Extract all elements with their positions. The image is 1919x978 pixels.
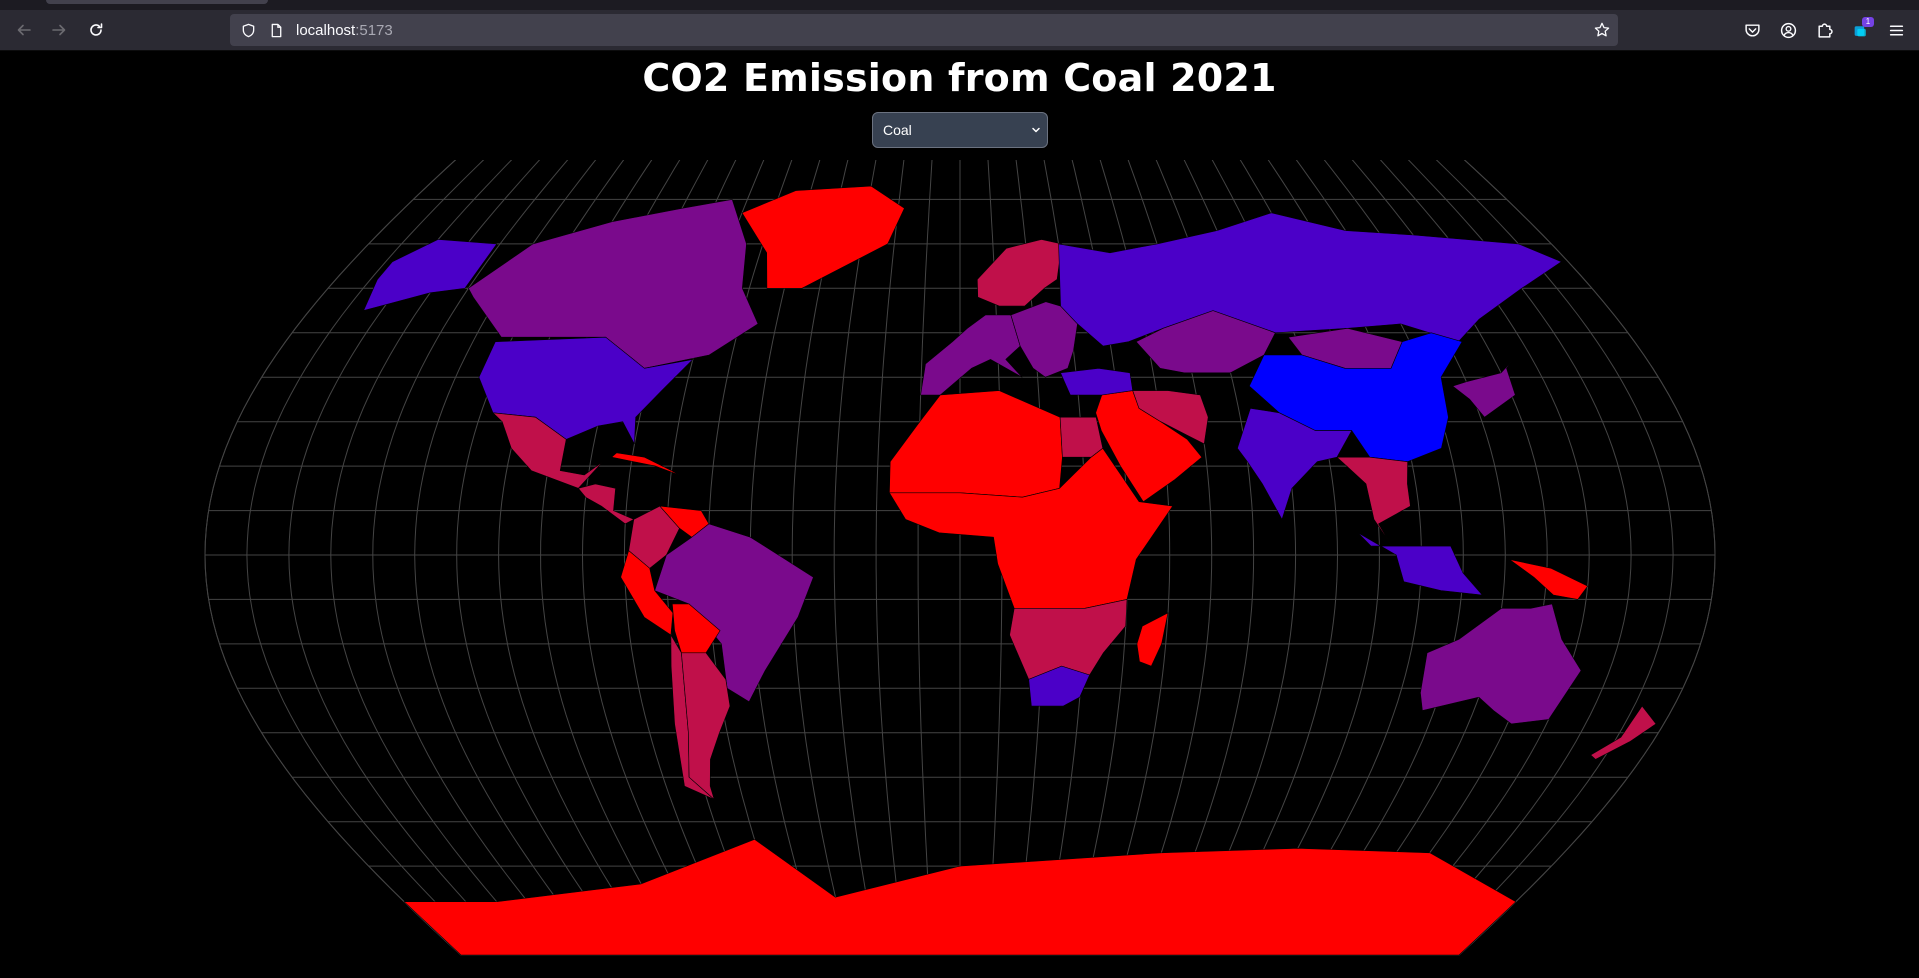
chevron-down-icon (1032, 127, 1040, 133)
reload-icon (90, 23, 103, 36)
url-text[interactable]: localhost:5173 (296, 22, 393, 39)
graticule-meridian (875, 160, 905, 956)
country-central-america[interactable] (578, 483, 635, 525)
arrow-right-icon (52, 24, 66, 36)
extension-button[interactable]: 1 (1846, 16, 1874, 44)
account-button[interactable] (1774, 16, 1802, 44)
country-greenland[interactable] (741, 185, 905, 289)
shield-icon[interactable] (240, 22, 256, 38)
country-southern-africa[interactable] (1009, 599, 1128, 680)
country-japan-korea[interactable] (1452, 359, 1516, 418)
star-icon[interactable] (1594, 22, 1610, 38)
country-egypt[interactable] (1059, 416, 1104, 458)
page-title: CO2 Emission from Coal 2021 (642, 56, 1277, 100)
url-host: localhost (296, 21, 356, 39)
hamburger-menu-icon (1889, 24, 1903, 36)
forward-button[interactable] (45, 16, 73, 44)
fuel-type-select-box[interactable]: Coal (872, 112, 1048, 148)
country-northern-africa[interactable] (889, 390, 1063, 498)
country-southeast-asia[interactable] (1336, 456, 1411, 547)
reload-button[interactable] (82, 16, 110, 44)
active-tab[interactable] (46, 0, 268, 4)
back-button[interactable] (10, 16, 38, 44)
account-icon (1780, 22, 1796, 38)
extension-badge: 1 (1862, 17, 1874, 27)
arrow-left-icon (17, 24, 31, 36)
country-scandinavia[interactable] (977, 239, 1063, 307)
extensions-button[interactable] (1810, 16, 1838, 44)
map-regions (363, 185, 1657, 956)
graticule-meridian (833, 160, 878, 956)
fuel-type-selected: Coal (883, 122, 912, 138)
country-caribbean[interactable] (611, 452, 680, 476)
browser-toolbar: localhost:5173 1 (0, 10, 1919, 51)
pocket-icon (1744, 23, 1760, 37)
country-papua-new-guinea[interactable] (1509, 559, 1588, 600)
country-russia[interactable] (1058, 212, 1562, 347)
world-map (204, 160, 1716, 956)
tab-strip (0, 0, 1919, 10)
country-turkey[interactable] (1060, 368, 1133, 396)
country-madagascar[interactable] (1136, 612, 1169, 667)
page-icon[interactable] (268, 22, 284, 38)
puzzle-icon (1817, 22, 1833, 38)
pocket-button[interactable] (1738, 16, 1766, 44)
menu-button[interactable] (1882, 16, 1910, 44)
fuel-type-select[interactable]: Coal (872, 112, 1048, 148)
url-port: :5173 (355, 21, 393, 39)
graticule-meridian (917, 160, 933, 956)
url-bar[interactable]: localhost:5173 (230, 14, 1618, 46)
country-australia[interactable] (1420, 603, 1582, 725)
country-western-europe[interactable] (920, 314, 1023, 396)
